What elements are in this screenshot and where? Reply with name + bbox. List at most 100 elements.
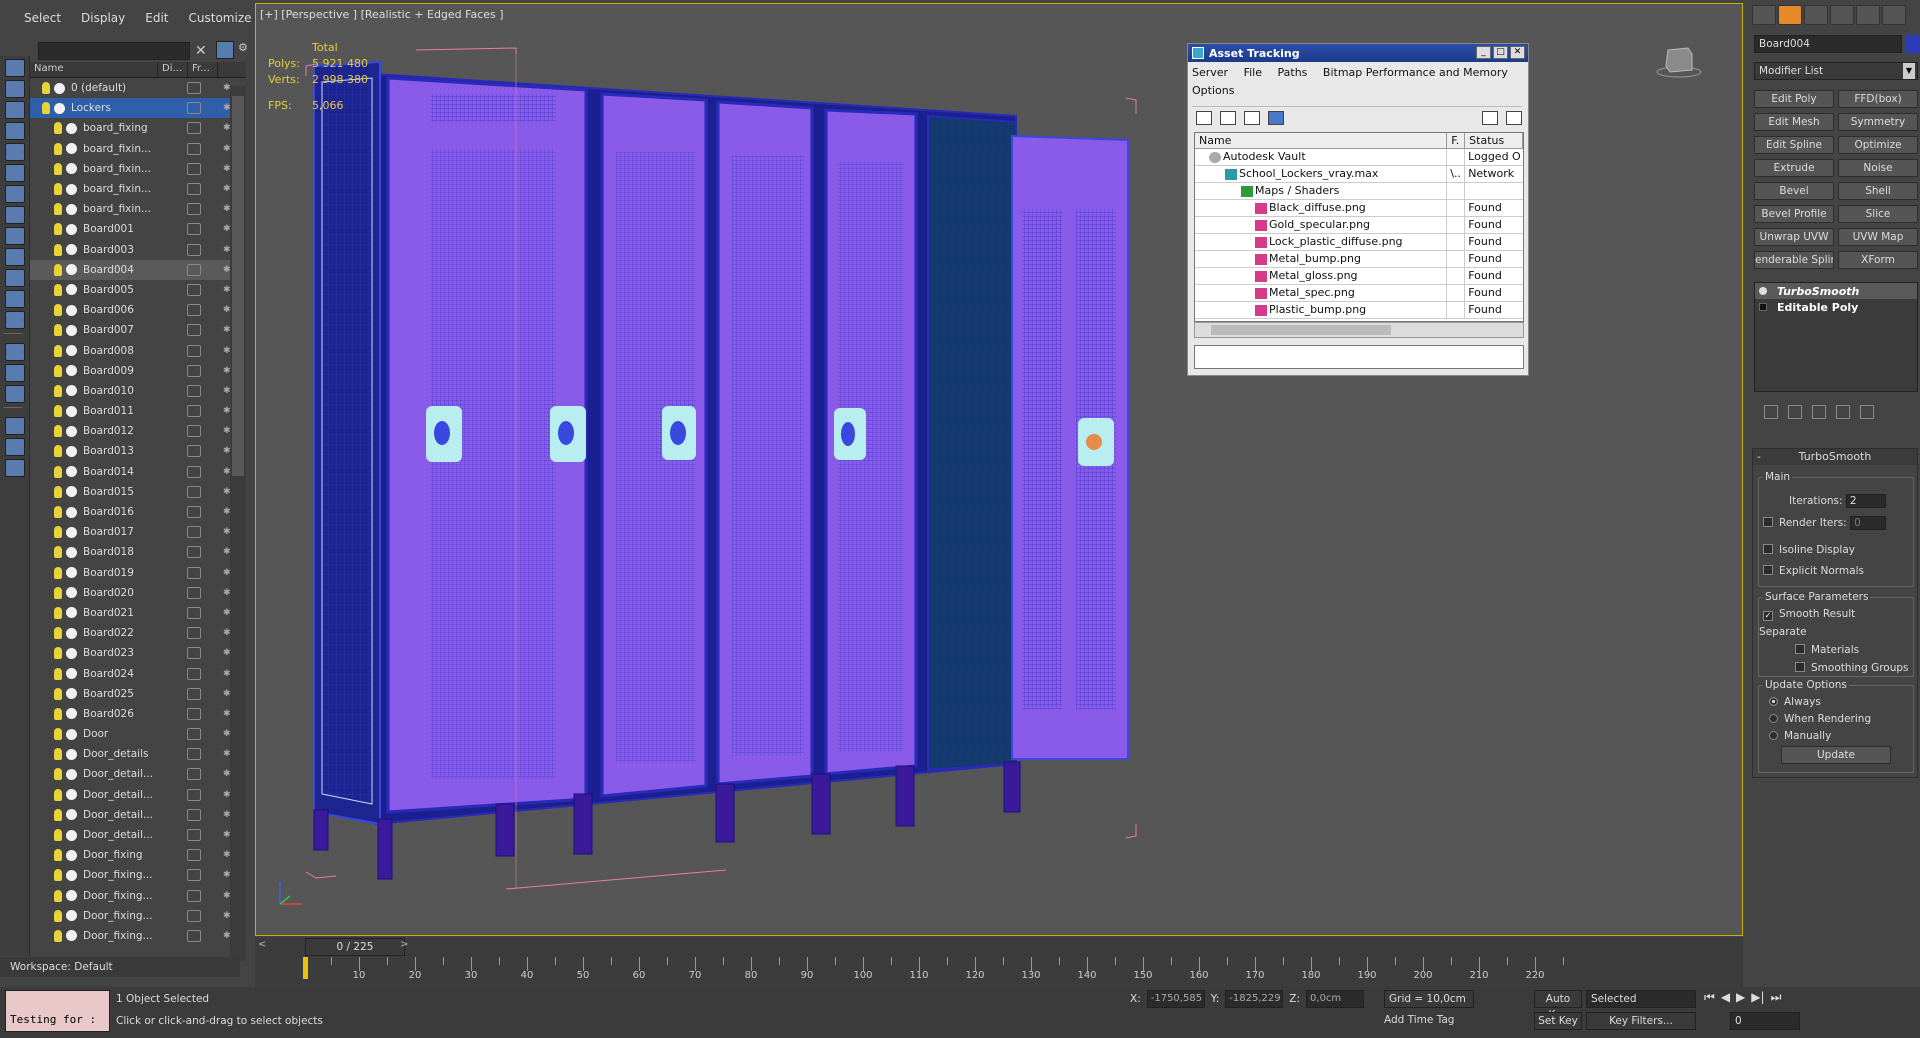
visibility-bulb-icon[interactable] bbox=[42, 82, 50, 95]
modifier-button[interactable]: Unwrap UVW bbox=[1754, 228, 1834, 246]
select-invert-icon[interactable] bbox=[5, 101, 25, 119]
key-selection-dropdown[interactable]: Selected bbox=[1586, 990, 1696, 1008]
visibility-bulb-icon[interactable] bbox=[54, 909, 62, 922]
modifier-button[interactable]: Edit Spline bbox=[1754, 136, 1834, 154]
remove-modifier-icon[interactable] bbox=[1836, 405, 1850, 419]
display-toggle-icon[interactable] bbox=[187, 243, 201, 256]
tree-row[interactable]: Board019 ✱ bbox=[30, 563, 246, 583]
tree-row[interactable]: Board009 ✱ bbox=[30, 361, 246, 381]
visibility-bulb-icon[interactable] bbox=[54, 849, 62, 862]
auto-key-button[interactable]: Auto Key bbox=[1534, 990, 1582, 1021]
tree-row[interactable]: Board018 ✱ bbox=[30, 542, 246, 562]
visibility-bulb-icon[interactable] bbox=[54, 647, 62, 660]
asset-row[interactable]: Maps / Shaders bbox=[1195, 183, 1523, 200]
display-toggle-icon[interactable] bbox=[187, 667, 201, 680]
display-toggle-icon[interactable] bbox=[187, 102, 201, 115]
display-toggle-icon[interactable] bbox=[187, 304, 201, 317]
display-toggle-icon[interactable] bbox=[187, 768, 201, 781]
make-unique-icon[interactable] bbox=[1812, 405, 1826, 419]
key-filters-button[interactable]: Key Filters... bbox=[1586, 1012, 1696, 1030]
menu-display[interactable]: Display bbox=[71, 7, 135, 29]
visibility-bulb-icon[interactable] bbox=[54, 586, 62, 599]
tree-row[interactable]: Board014 ✱ bbox=[30, 462, 246, 482]
modifier-button[interactable]: UVW Map bbox=[1838, 228, 1918, 246]
display-containers-icon[interactable] bbox=[5, 311, 25, 329]
asset-col-f[interactable]: F. bbox=[1447, 133, 1466, 148]
display-geometry-icon[interactable] bbox=[5, 122, 25, 140]
display-toggle-icon[interactable] bbox=[187, 384, 201, 397]
display-toggle-icon[interactable] bbox=[187, 445, 201, 458]
visibility-bulb-icon[interactable] bbox=[54, 526, 62, 539]
when-rendering-radio[interactable] bbox=[1769, 714, 1778, 723]
options-icon[interactable]: ⚙ bbox=[238, 41, 248, 59]
visibility-bulb-icon[interactable] bbox=[54, 465, 62, 478]
asset-row[interactable]: Lock_plastic_diffuse.png Found bbox=[1195, 234, 1523, 251]
stack-item-turbosmooth[interactable]: TurboSmooth bbox=[1755, 283, 1917, 299]
visibility-bulb-icon[interactable] bbox=[54, 405, 62, 418]
visibility-bulb-icon[interactable] bbox=[54, 566, 62, 579]
display-toggle-icon[interactable] bbox=[187, 869, 201, 882]
tree-row[interactable]: Board004 ✱ bbox=[30, 259, 246, 280]
display-lights-icon[interactable] bbox=[5, 164, 25, 182]
tree-row[interactable]: Board013 ✱ bbox=[30, 441, 246, 461]
display-toggle-icon[interactable] bbox=[187, 344, 201, 357]
modifier-button[interactable]: Edit Mesh bbox=[1754, 113, 1834, 131]
tree-row[interactable]: Board023 ✱ bbox=[30, 643, 246, 663]
rollout-title[interactable]: - TurboSmooth bbox=[1753, 449, 1917, 465]
time-slider[interactable]: 0 / 225 bbox=[305, 938, 405, 956]
stack-item-editable-poly[interactable]: Editable Poly bbox=[1755, 299, 1917, 315]
visibility-bulb-icon[interactable] bbox=[54, 263, 62, 276]
display-groups-icon[interactable] bbox=[5, 248, 25, 266]
tree-row[interactable]: Door_fixing... ✱ bbox=[30, 865, 246, 885]
modifier-button[interactable]: Edit Poly bbox=[1754, 90, 1834, 108]
tree-row[interactable]: Board007 ✱ bbox=[30, 320, 246, 340]
manually-radio[interactable] bbox=[1769, 731, 1778, 740]
asset-col-status[interactable]: Status bbox=[1465, 133, 1523, 148]
asset-horizontal-scrollbar[interactable] bbox=[1194, 322, 1524, 338]
modifier-button[interactable]: Optimize bbox=[1838, 136, 1918, 154]
help-icon[interactable] bbox=[1482, 110, 1498, 125]
tree-row[interactable]: board_fixin... ✱ bbox=[30, 199, 246, 219]
display-toggle-icon[interactable] bbox=[187, 526, 201, 539]
display-toggle-icon[interactable] bbox=[187, 142, 201, 155]
visibility-bulb-icon[interactable] bbox=[54, 788, 62, 801]
tree-row[interactable]: Board005 ✱ bbox=[30, 280, 246, 300]
display-toggle-icon[interactable] bbox=[187, 485, 201, 498]
visibility-bulb-icon[interactable] bbox=[54, 606, 62, 619]
visibility-bulb-icon[interactable] bbox=[54, 223, 62, 236]
visibility-bulb-icon[interactable] bbox=[54, 869, 62, 882]
explorer-search-input[interactable] bbox=[38, 42, 190, 60]
context-help-icon[interactable] bbox=[1506, 110, 1522, 125]
display-toggle-icon[interactable] bbox=[187, 465, 201, 478]
display-toggle-icon[interactable] bbox=[187, 324, 201, 337]
viewcube-icon[interactable] bbox=[1654, 40, 1704, 80]
display-toggle-icon[interactable] bbox=[187, 707, 201, 720]
show-end-result-icon[interactable] bbox=[1788, 405, 1802, 419]
display-toggle-icon[interactable] bbox=[187, 405, 201, 418]
display-toggle-icon[interactable] bbox=[187, 283, 201, 296]
visibility-bulb-icon[interactable] bbox=[54, 485, 62, 498]
visibility-bulb-icon[interactable] bbox=[54, 364, 62, 377]
maxscript-listener[interactable]: Testing for : bbox=[5, 990, 110, 1032]
tree-row[interactable]: Board026 ✱ bbox=[30, 704, 246, 724]
set-key-button[interactable]: Set Key bbox=[1534, 1012, 1582, 1030]
go-to-start-icon[interactable]: ⏮ bbox=[1704, 990, 1715, 1005]
tree-row[interactable]: Lockers ✱ bbox=[30, 98, 246, 119]
visibility-bulb-icon[interactable] bbox=[54, 384, 62, 397]
display-toggle-icon[interactable] bbox=[187, 687, 201, 700]
minimize-icon[interactable]: _ bbox=[1476, 46, 1491, 59]
display-toggle-icon[interactable] bbox=[187, 425, 201, 438]
modifier-button[interactable]: Symmetry bbox=[1838, 113, 1918, 131]
pin-stack-icon[interactable] bbox=[1764, 405, 1778, 419]
tree-row[interactable]: Board017 ✱ bbox=[30, 522, 246, 542]
visibility-bulb-icon[interactable] bbox=[54, 889, 62, 902]
modifier-button[interactable]: Noise bbox=[1838, 159, 1918, 177]
object-name-field[interactable]: Board004 bbox=[1754, 35, 1902, 53]
tree-row[interactable]: Board003 ✱ bbox=[30, 240, 246, 260]
update-button[interactable]: Update bbox=[1781, 746, 1891, 764]
object-color-swatch[interactable] bbox=[1906, 35, 1920, 53]
visibility-bulb-icon[interactable] bbox=[54, 687, 62, 700]
visibility-bulb-icon[interactable] bbox=[54, 546, 62, 559]
tree-row[interactable]: Door_fixing... ✱ bbox=[30, 886, 246, 906]
visibility-bulb-icon[interactable] bbox=[54, 667, 62, 680]
